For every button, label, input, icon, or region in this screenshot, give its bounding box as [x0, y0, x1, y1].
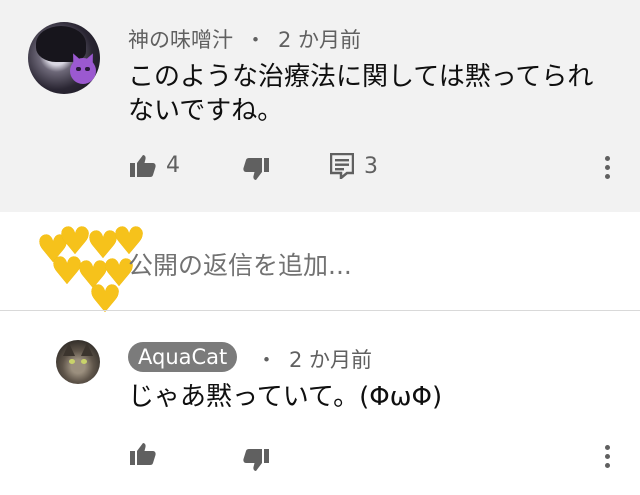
reply-text: じゃあ黙っていて。(ΦωΦ)	[128, 382, 443, 412]
more-vert-icon[interactable]	[604, 445, 612, 472]
heart-icon: ♥	[88, 277, 123, 321]
reply-input[interactable]: 公開の返信を追加...	[128, 246, 352, 282]
reply-dislike-button[interactable]	[243, 448, 269, 472]
reply-author-avatar[interactable]	[56, 340, 100, 384]
reply-like-button[interactable]	[130, 442, 156, 466]
comment-icon	[330, 153, 354, 179]
reply-meta: ・ 2 か月前	[256, 344, 372, 374]
comment-time[interactable]: 2 か月前	[278, 28, 361, 52]
author-avatar[interactable]	[28, 22, 100, 94]
like-count: 4	[166, 153, 180, 178]
thumbs-down-icon	[243, 157, 269, 181]
comment-text: このような治療法に関しては黙ってられないですね。	[128, 62, 594, 126]
comment-author[interactable]: 神の味噌汁	[128, 28, 233, 52]
more-vert-icon[interactable]	[604, 156, 612, 183]
meta-separator: ・	[245, 28, 266, 52]
meta-separator: ・	[256, 348, 277, 372]
thumbs-up-icon	[130, 442, 156, 466]
reply-time[interactable]: 2 か月前	[289, 348, 372, 372]
reply-count: 3	[364, 153, 378, 179]
reply-author-chip[interactable]: AquaCat	[128, 342, 238, 372]
like-button[interactable]: 4	[130, 153, 180, 178]
thumbs-up-icon	[130, 154, 156, 178]
devil-emoji-icon	[70, 58, 96, 84]
thumbs-down-icon	[243, 448, 269, 472]
divider	[0, 310, 640, 311]
reply-button[interactable]: 3	[330, 153, 378, 179]
comment-meta: 神の味噌汁・ 2 か月前	[128, 24, 361, 54]
dislike-button[interactable]	[243, 157, 269, 181]
cat-eye	[69, 359, 75, 364]
cat-eye	[81, 359, 87, 364]
